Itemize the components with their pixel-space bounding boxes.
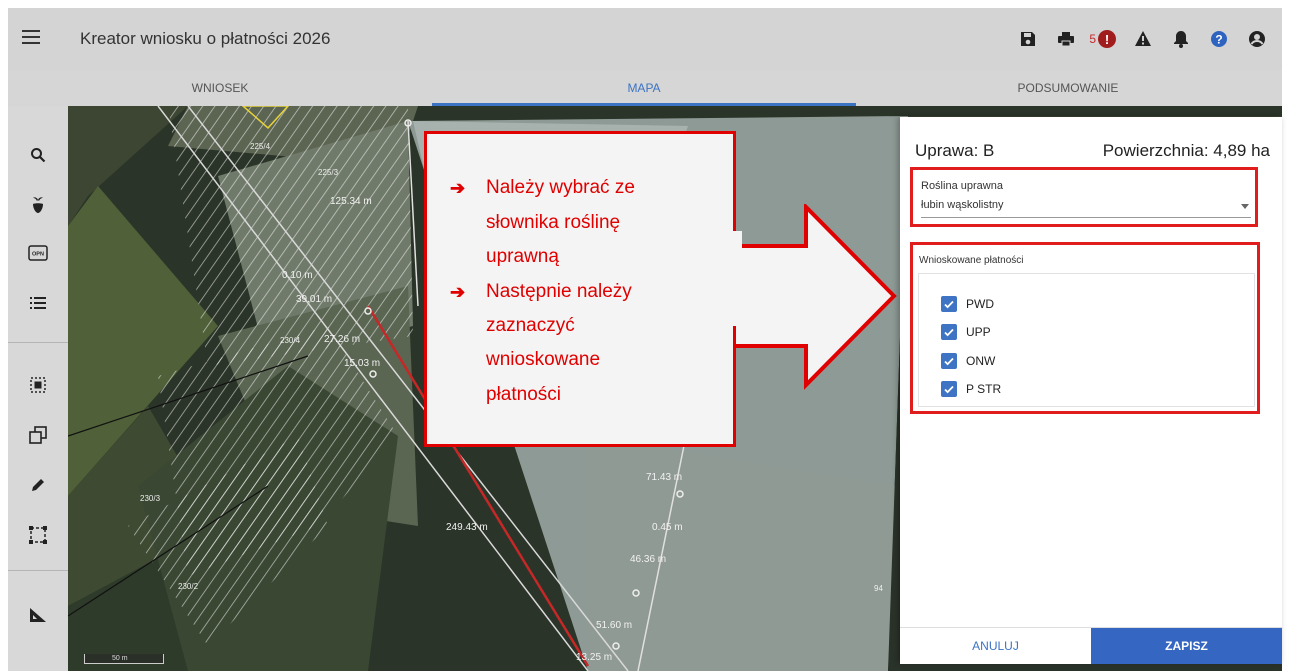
save-button[interactable]: ZAPISZ — [1091, 628, 1282, 664]
callout-text: zaznaczyć — [486, 315, 575, 336]
measure-icon[interactable] — [23, 600, 53, 630]
parcel-label: 230/2 — [178, 582, 199, 591]
field-underline — [921, 217, 1251, 218]
cancel-button[interactable]: ANULUJ — [900, 628, 1091, 664]
svg-text:OPN: OPN — [32, 252, 44, 258]
svg-text:?: ? — [1215, 33, 1222, 47]
payments-section: Wnioskowane płatności PWD UPP ONW P STR — [910, 242, 1260, 414]
plant-select-field[interactable]: Roślina uprawna łubin wąskolistny — [910, 167, 1258, 227]
bounding-box-icon[interactable] — [23, 520, 53, 550]
measurement-label: 13.25 m — [576, 652, 613, 663]
bell-icon[interactable] — [1170, 28, 1192, 50]
chevron-down-icon[interactable] — [1241, 204, 1249, 209]
callout-text: słownika roślinę — [486, 212, 621, 233]
measurement-label: 15.03 m — [344, 358, 381, 369]
checkbox-checked-icon[interactable] — [941, 381, 957, 397]
plant-icon[interactable] — [23, 190, 53, 220]
payment-checkbox-onw[interactable]: ONW — [941, 353, 995, 369]
measurement-label: 249.43 m — [446, 522, 488, 533]
crop-edit-panel: Uprawa: B Powierzchnia: 4,89 ha Roślina … — [900, 117, 1282, 664]
tab-wniosek[interactable]: WNIOSEK — [8, 70, 432, 106]
measurement-label: 71.43 m — [646, 472, 683, 483]
help-icon[interactable]: ? — [1208, 28, 1230, 50]
panel-footer: ANULUJ ZAPISZ — [900, 627, 1282, 664]
checkbox-checked-icon[interactable] — [941, 324, 957, 340]
top-bar: Kreator wniosku o płatności 2026 5 ! ? — [8, 8, 1282, 70]
print-icon[interactable] — [1055, 28, 1077, 50]
plant-field-value[interactable]: łubin wąskolistny — [921, 199, 1004, 211]
toolbar-divider — [8, 342, 68, 343]
area-label: Powierzchnia: 4,89 ha — [1102, 141, 1270, 160]
pencil-icon[interactable] — [23, 470, 53, 500]
payment-checkbox-pwd[interactable]: PWD — [941, 296, 994, 312]
top-actions: 5 ! ? — [1001, 26, 1268, 52]
callout-text: Należy wybrać ze — [486, 177, 635, 198]
parcel-label: 225/3 — [318, 168, 339, 177]
copy-icon[interactable] — [23, 420, 53, 450]
list-icon[interactable] — [23, 288, 53, 318]
callout-text: uprawną — [486, 246, 559, 267]
measurement-label: 27.26 m — [324, 334, 361, 345]
main-tabs: WNIOSEK MAPA PODSUMOWANIE — [8, 70, 1282, 106]
measurement-label: 125.34 m — [330, 196, 372, 207]
app-title: Kreator wniosku o płatności 2026 — [80, 29, 331, 48]
parcel-label: 230/3 — [140, 494, 161, 503]
measurement-label: 46.36 m — [630, 554, 667, 565]
scale-label: 50 m — [112, 655, 128, 662]
payment-label: P STR — [966, 382, 1002, 396]
checkbox-checked-icon[interactable] — [941, 296, 957, 312]
tab-mapa[interactable]: MAPA — [432, 70, 856, 106]
payment-label: ONW — [966, 354, 996, 368]
measurement-label: 51.60 m — [596, 620, 633, 631]
parcel-label: 230/4 — [280, 336, 301, 345]
warning-icon[interactable] — [1132, 28, 1154, 50]
checkbox-checked-icon[interactable] — [941, 353, 957, 369]
parcel-label: 94 — [874, 584, 883, 593]
crop-label: Uprawa: B — [915, 141, 995, 160]
measurement-label: 0.45 m — [652, 522, 683, 533]
payment-checkbox-upp[interactable]: UPP — [941, 324, 991, 340]
measurement-label: 39.01 m — [296, 294, 333, 305]
toolbar-divider — [8, 570, 68, 571]
error-count: 5 — [1089, 32, 1096, 46]
save-icon[interactable] — [1017, 28, 1039, 50]
payment-label: UPP — [966, 325, 991, 339]
callout-arrow-shape — [728, 204, 897, 390]
parcel-label: 225/4 — [250, 142, 271, 151]
callout-text: Następnie należy — [486, 281, 632, 302]
select-icon[interactable] — [23, 370, 53, 400]
opn-icon[interactable]: OPN — [23, 238, 53, 268]
payment-checkbox-p-str[interactable]: P STR — [941, 381, 1001, 397]
callout-text: wnioskowane — [486, 349, 601, 370]
payment-label: PWD — [966, 297, 994, 311]
map-toolbar: OPN — [8, 106, 68, 671]
plant-field-label: Roślina uprawna — [921, 180, 1003, 192]
callout-join — [730, 231, 742, 326]
measurement-label: 0.10 m — [282, 270, 313, 281]
account-icon[interactable] — [1246, 28, 1268, 50]
callout-arrow-icon: ➔ — [450, 282, 466, 302]
callout-text: płatności — [486, 384, 561, 405]
menu-icon[interactable] — [22, 30, 40, 44]
tab-podsumowanie[interactable]: PODSUMOWANIE — [856, 70, 1280, 106]
error-icon[interactable]: ! — [1098, 30, 1116, 48]
search-icon[interactable] — [23, 140, 53, 170]
callout-arrow-icon: ➔ — [450, 178, 466, 198]
payments-list: PWD UPP ONW P STR — [918, 273, 1255, 407]
payments-title: Wnioskowane płatności — [919, 255, 1024, 266]
